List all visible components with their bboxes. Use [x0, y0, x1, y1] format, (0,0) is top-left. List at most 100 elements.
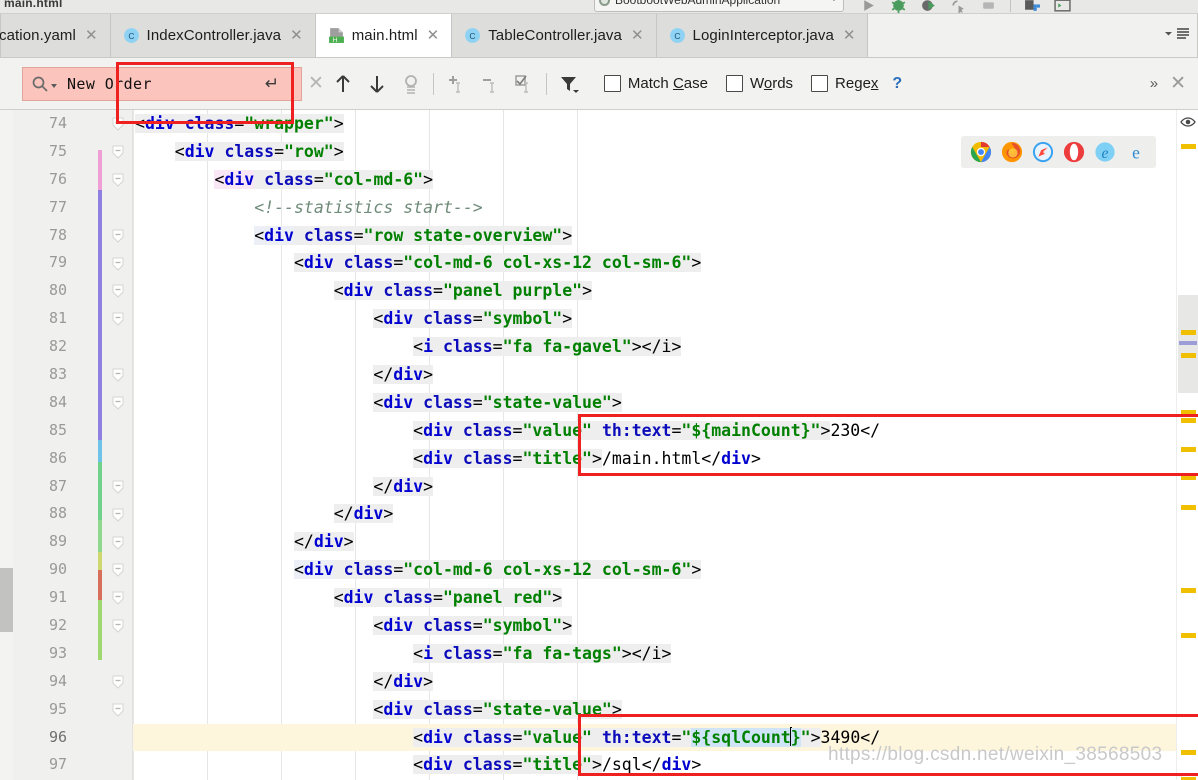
tab-close-icon[interactable]: ✕ [425, 28, 442, 43]
inspections-eye-icon[interactable] [1180, 114, 1196, 130]
warning-stripe-marker[interactable] [1181, 633, 1196, 638]
regex-option[interactable]: Regex [811, 75, 878, 92]
select-all-occurrences-button[interactable] [394, 67, 428, 101]
code-line[interactable]: <div class="state-value"> [133, 389, 1198, 417]
scrollbar-thumb[interactable] [0, 568, 13, 632]
code-line[interactable]: <div class="value" th:text="${sqlCount}"… [133, 723, 1198, 752]
warning-stripe-marker[interactable] [1181, 410, 1196, 415]
filter-button[interactable] [552, 67, 586, 101]
warning-stripe-marker[interactable] [1181, 447, 1196, 452]
select-all-in-selection-button[interactable] [507, 67, 541, 101]
fold-marker-icon[interactable] [111, 368, 125, 382]
close-find-icon[interactable]: ✕ [1170, 72, 1186, 95]
run-icon[interactable] [860, 0, 877, 14]
run-coverage-icon[interactable] [920, 0, 937, 14]
code-line[interactable]: <div class="panel red"> [133, 584, 1198, 612]
internet-explorer-icon[interactable]: e [1094, 141, 1116, 163]
code-line[interactable]: <div class="title">/main.html</div> [133, 445, 1198, 473]
warning-stripe-marker[interactable] [1181, 475, 1196, 480]
opera-icon[interactable] [1063, 141, 1085, 163]
code-line[interactable]: <div class="row state-overview"> [133, 222, 1198, 250]
code-line[interactable]: <div class="col-md-6"> [133, 166, 1198, 194]
regex-help-icon[interactable]: ? [892, 75, 902, 93]
warning-stripe-marker[interactable] [1181, 505, 1196, 510]
code-line[interactable]: <div class="col-md-6 col-xs-12 col-sm-6"… [133, 249, 1198, 277]
code-line[interactable]: <i class="fa fa-tags"></i> [133, 640, 1198, 668]
chevron-down-icon[interactable] [1164, 29, 1173, 38]
fold-marker-icon[interactable] [111, 536, 125, 550]
database-icon[interactable] [1024, 0, 1041, 14]
fold-marker-icon[interactable] [111, 703, 125, 717]
tab-close-icon[interactable]: ✕ [629, 28, 646, 43]
regex-checkbox[interactable] [811, 75, 829, 92]
fold-marker-icon[interactable] [111, 619, 125, 633]
debug-icon[interactable] [890, 0, 907, 14]
search-input[interactable]: New Order ↵ [22, 66, 302, 101]
remove-selection-button[interactable] [473, 67, 507, 101]
warning-stripe-marker[interactable] [1181, 353, 1196, 358]
code-line[interactable]: <i class="fa fa-gavel"></i> [133, 333, 1198, 361]
firefox-icon[interactable] [1001, 141, 1023, 163]
horizontal-split-scrollbar[interactable] [0, 110, 13, 780]
match-case-checkbox[interactable] [603, 75, 621, 92]
warning-stripe-marker[interactable] [1181, 144, 1196, 149]
find-next-button[interactable] [360, 67, 394, 101]
tab-list-icon[interactable] [1176, 27, 1191, 40]
find-previous-button[interactable] [326, 67, 360, 101]
warning-stripe-marker[interactable] [1181, 418, 1196, 423]
code-text[interactable]: <div class="wrapper"> <div class="row"> … [133, 110, 1198, 780]
more-options-icon[interactable]: » [1150, 75, 1158, 92]
warning-stripe-marker[interactable] [1181, 330, 1196, 335]
editor-tab-logininterceptor-java[interactable]: C LoginInterceptor.java ✕ [656, 14, 869, 57]
editor-scrollbar-thumb[interactable] [1178, 295, 1198, 393]
editor-tab-indexcontroller-java[interactable]: C IndexController.java ✕ [110, 14, 316, 57]
code-line[interactable]: <div class="wrapper"> [133, 110, 1198, 138]
code-folding-column[interactable] [109, 110, 127, 780]
code-line[interactable]: <div class="symbol"> [133, 305, 1198, 333]
fold-marker-icon[interactable] [111, 173, 125, 187]
editor-tab-tablecontroller-java[interactable]: C TableController.java ✕ [452, 14, 657, 57]
chrome-icon[interactable] [970, 141, 992, 163]
code-editor[interactable]: 74 75 76 77 78 79 80 81 82 83 84 85 86 87 88 89 90 91 92 93… [0, 110, 1198, 780]
search-history-chevron-icon[interactable] [51, 84, 57, 88]
stop-icon[interactable] [980, 0, 997, 14]
fold-marker-icon[interactable] [111, 312, 125, 327]
edge-icon[interactable]: e [1125, 141, 1147, 163]
fold-marker-icon[interactable] [111, 508, 125, 522]
tab-close-icon[interactable]: ✕ [841, 28, 858, 43]
code-line[interactable]: <div class="value" th:text="${mainCount}… [133, 417, 1198, 445]
code-line[interactable]: <div class="panel purple"> [133, 277, 1198, 305]
match-case-option[interactable]: Match Case [603, 75, 708, 92]
code-line[interactable]: </div> [133, 473, 1198, 501]
terminal-icon[interactable] [1054, 0, 1071, 14]
fold-marker-icon[interactable] [111, 229, 125, 243]
fold-marker-icon[interactable] [111, 591, 125, 606]
code-line[interactable]: <div class="title">/sql</div> [133, 751, 1198, 779]
code-line[interactable]: </div> [133, 361, 1198, 389]
words-option[interactable]: Words [725, 75, 793, 92]
editor-tab-main-html[interactable]: Hmain.html ✕ [315, 14, 453, 57]
safari-icon[interactable] [1032, 141, 1054, 163]
fold-marker-icon[interactable] [111, 480, 125, 494]
words-checkbox[interactable] [725, 75, 743, 92]
code-line[interactable]: </div> [133, 500, 1198, 528]
code-line[interactable]: </div> [133, 528, 1198, 556]
code-line[interactable]: </div> [133, 668, 1198, 696]
fold-marker-icon[interactable] [111, 563, 125, 578]
warning-stripe-marker[interactable] [1181, 750, 1196, 755]
fold-marker-icon[interactable] [111, 257, 125, 271]
code-line[interactable]: <div class="symbol"> [133, 612, 1198, 640]
fold-marker-icon[interactable] [111, 117, 125, 131]
fold-marker-icon[interactable] [111, 396, 125, 410]
add-selection-button[interactable] [439, 67, 473, 101]
tab-close-icon[interactable]: ✕ [83, 28, 100, 43]
editor-tab-cation-yaml[interactable]: cation.yaml ✕ [0, 14, 111, 57]
code-line[interactable]: <!--statistics start--> [133, 194, 1198, 222]
attach-profiler-icon[interactable] [950, 0, 967, 14]
code-line[interactable]: <div class="state-value"> [133, 696, 1198, 724]
code-line[interactable]: <div class="col-md-6 col-xs-12 col-sm-6"… [133, 556, 1198, 584]
tab-close-icon[interactable]: ✕ [288, 28, 305, 43]
fold-marker-icon[interactable] [111, 145, 125, 159]
fold-marker-icon[interactable] [111, 675, 125, 689]
error-stripe-marker-gutter[interactable] [1176, 110, 1198, 780]
